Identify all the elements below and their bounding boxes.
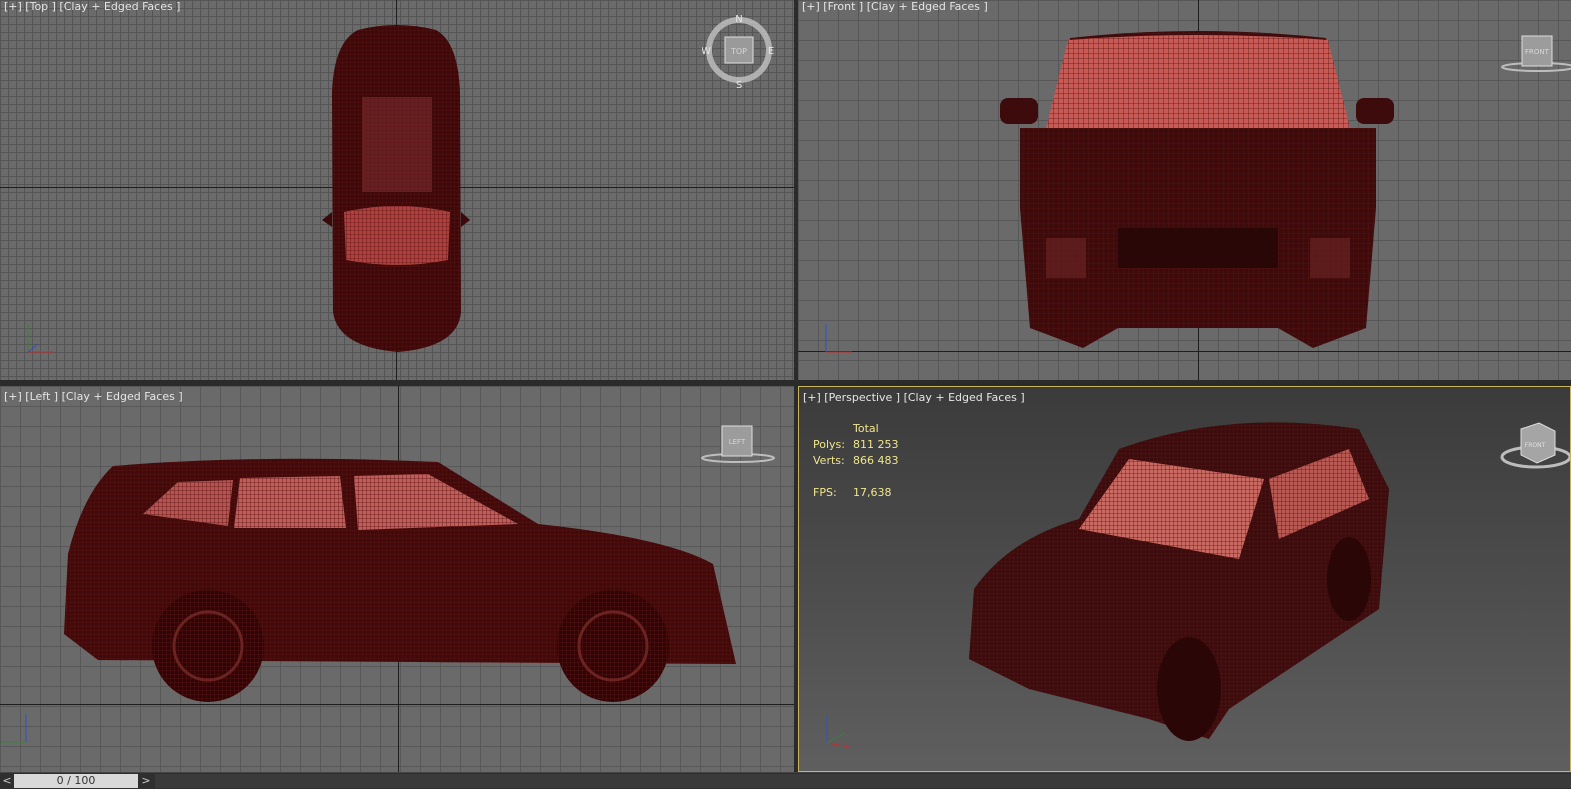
polys-value: 811 253 <box>853 438 899 451</box>
viewport-label-perspective[interactable]: [+] [Perspective ] [Clay + Edged Faces ] <box>803 391 1025 404</box>
viewport-front[interactable]: [+] [Front ] [Clay + Edged Faces ] FRONT <box>798 0 1571 380</box>
viewport-left[interactable]: [+] [Left ] [Clay + Edged Faces ] LEFT <box>0 386 794 772</box>
verts-label: Verts: <box>813 454 845 467</box>
axis-tripod-icon <box>826 715 850 748</box>
viewcube-face-label: TOP <box>730 47 747 56</box>
time-slider-thumb[interactable]: 0 / 100 <box>14 774 138 788</box>
viewcube-face-label: LEFT <box>729 438 746 446</box>
axis-tripod-icon <box>27 324 54 353</box>
stats-header: Total <box>853 422 879 435</box>
svg-text:S: S <box>736 80 742 90</box>
viewcube-top[interactable]: TOP N S E W <box>702 12 776 90</box>
car-top-view <box>322 25 470 352</box>
axis-tripod-icon <box>825 324 852 353</box>
viewport-label-top[interactable]: [+] [Top ] [Clay + Edged Faces ] <box>4 0 180 13</box>
polys-label: Polys: <box>813 438 845 451</box>
svg-text:E: E <box>768 46 774 57</box>
svg-text:W: W <box>702 46 711 57</box>
viewcube-face-label: FRONT <box>1525 442 1546 449</box>
viewport-top[interactable]: [+] [Top ] [Clay + Edged Faces ] TOP N S… <box>0 0 794 380</box>
viewcube-front[interactable]: FRONT <box>1498 32 1571 76</box>
fps-label: FPS: <box>813 486 837 499</box>
prev-frame-button[interactable]: < <box>1 774 13 788</box>
car-front-view <box>1000 31 1394 348</box>
viewcube-face-label: FRONT <box>1525 48 1550 56</box>
statistics-overlay: Total Polys: 811 253 Verts: 866 483 FPS: 17… <box>813 421 899 501</box>
axis-tripod-icon <box>2 714 27 743</box>
car-perspective-view <box>969 422 1389 741</box>
viewport-perspective[interactable]: [+] [Perspective ] [Clay + Edged Faces ]… <box>798 386 1571 772</box>
time-slider-bar: < 0 / 100 > <box>0 772 1571 789</box>
svg-text:N: N <box>735 14 742 25</box>
fps-value: 17,638 <box>853 486 892 499</box>
verts-value: 866 483 <box>853 454 899 467</box>
viewport-label-left[interactable]: [+] [Left ] [Clay + Edged Faces ] <box>4 390 183 403</box>
next-frame-button[interactable]: > <box>140 774 152 788</box>
viewcube-perspective[interactable]: FRONT <box>1499 417 1571 473</box>
car-side-view <box>64 458 736 702</box>
time-track[interactable] <box>155 774 1571 788</box>
viewport-label-front[interactable]: [+] [Front ] [Clay + Edged Faces ] <box>802 0 988 13</box>
viewcube-left[interactable]: LEFT <box>700 424 780 466</box>
